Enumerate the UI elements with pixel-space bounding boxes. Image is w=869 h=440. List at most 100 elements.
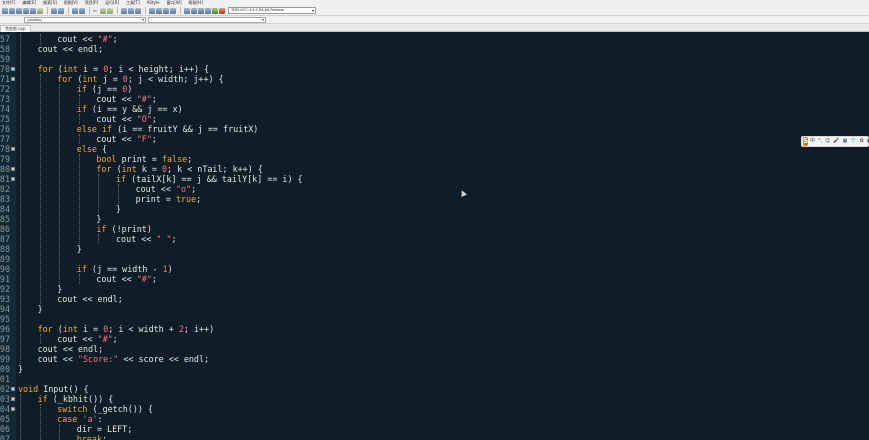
indent-icon[interactable] [100,7,107,14]
code-line[interactable]: 58 cout << endl; [0,44,869,54]
fold-toggle-icon[interactable] [11,77,15,81]
fold-toggle-icon[interactable] [11,147,15,151]
project-new-icon[interactable] [149,7,156,14]
undo-icon[interactable] [51,7,57,14]
code-token: cout << [57,334,98,344]
code-line[interactable]: 82 cout << "o"; [0,184,869,194]
code-line[interactable]: 103 if (_kbhit()) { [0,394,869,404]
project-options-icon[interactable] [170,7,177,14]
print-icon[interactable] [37,7,43,14]
code-line[interactable]: 72 if (j == 0) [0,84,869,94]
code-text: } [96,214,101,224]
code-line[interactable]: 95 [0,314,869,324]
code-line[interactable]: 76 else if (i == fruitY && j == fruitX) [0,124,869,134]
ime-item[interactable]: ✿ [860,137,864,146]
ime-item[interactable]: °, [818,137,822,146]
code-line[interactable]: 73 cout << "#"; [0,94,869,104]
code-line[interactable]: 107 break; [0,434,869,440]
compile-icon[interactable] [184,7,191,14]
fold-toggle-icon[interactable] [11,407,15,411]
line-number: 72 [0,84,10,94]
compile-run-icon[interactable] [198,7,205,14]
save-all-icon[interactable] [23,7,29,14]
code-line[interactable]: 85} [0,214,869,224]
stop-icon[interactable] [219,7,226,14]
code-text: if (_kbhit()) { [38,394,114,404]
globals-select[interactable]: (globals) ▾ [24,17,146,23]
code-line[interactable]: 79 bool print = false; [0,154,869,164]
open-file-icon[interactable] [9,7,15,14]
fold-toggle-icon[interactable] [11,167,15,171]
code-line[interactable]: 101 [0,374,869,384]
fold-toggle-icon[interactable] [11,397,15,401]
code-line[interactable]: 102 void Input() { [0,384,869,394]
ime-item[interactable]: ▦ [843,137,848,146]
bookmark-next-icon[interactable] [135,7,142,14]
ime-logo-icon[interactable]: S [803,137,809,146]
code-line[interactable]: 88} [0,244,869,254]
check-syntax-icon[interactable] [212,7,219,14]
code-line[interactable]: 105 case 'a': [0,414,869,424]
code-line[interactable]: 87 cout << " "; [0,234,869,244]
ime-item[interactable]: ☺ [825,137,830,146]
code-line[interactable]: 75 cout << "O"; [0,114,869,124]
find-icon[interactable] [72,7,78,14]
fold-toggle-icon[interactable] [11,67,15,71]
literal-token: "o" [175,184,192,194]
members-select[interactable]: ▾ [148,17,266,23]
code-token: print = [116,154,162,164]
code-editor[interactable]: 57 cout << "#"; 58 cout << endl; 59 70 for (in… [0,32,869,440]
code-line[interactable]: 81 if (tailX[k] == j && tailY[k] == i) { [0,174,869,184]
code-line[interactable]: 59 [0,54,869,64]
rebuild-icon[interactable] [205,7,212,14]
ime-item[interactable]: 🎤 [833,137,839,146]
code-line[interactable]: 77 cout << "F"; [0,134,869,144]
code-line[interactable]: 99 cout << "Score:" << score << endl; [0,354,869,364]
code-line[interactable]: 100} [0,364,869,374]
code-line[interactable]: 96 for (int i = 0; i < width + 2; i++) [0,324,869,334]
code-line[interactable]: 97 cout << "#"; [0,334,869,344]
code-line[interactable]: 106 dir = LEFT; [0,424,869,434]
run-icon[interactable] [191,7,198,14]
line-number: 101 [0,374,10,384]
code-line[interactable]: 92} [0,284,869,294]
bookmark-icon[interactable] [128,7,135,14]
code-line[interactable]: 78 else { [0,144,869,154]
fold-toggle-icon[interactable] [11,177,15,181]
keyword-token: if [76,264,87,274]
code-line[interactable]: 91 cout << "#"; [0,274,869,284]
code-text: print = true; [136,194,202,204]
project-add-icon[interactable] [156,7,163,14]
code-token: cout << endl; [57,294,123,304]
code-line[interactable]: 83 print = true; [0,194,869,204]
code-text: cout << "#"; [96,274,157,284]
save-icon[interactable] [16,7,22,14]
file-tab[interactable]: 贪吃蛇.cpp [0,25,31,32]
code-line[interactable]: 70 for (int i = 0; i < height; i++) { [0,64,869,74]
ime-toolbar[interactable]: S 中°,☺🎤▦👕✿▦ [801,136,869,147]
code-line[interactable]: 94} [0,304,869,314]
ime-item[interactable]: 中 [810,137,815,146]
new-file-icon[interactable] [2,7,8,14]
code-line[interactable]: 84} [0,204,869,214]
code-line[interactable]: 90 if (j == width - 1) [0,264,869,274]
code-line[interactable]: 74 if (i == y && j == x) [0,104,869,114]
code-line[interactable]: 93 cout << endl; [0,294,869,304]
replace-icon[interactable] [79,7,85,14]
ime-item[interactable]: 👕 [850,137,856,146]
code-line[interactable]: 104 switch (_getch()) { [0,404,869,414]
close-file-icon[interactable] [30,7,36,14]
code-line[interactable]: 80 for (int k = 0; k < nTail; k++) { [0,164,869,174]
fold-toggle-icon[interactable] [11,387,15,391]
code-line[interactable]: 71 for (int j = 0; j < width; j++) { [0,74,869,84]
code-line[interactable]: 89 [0,254,869,264]
project-remove-icon[interactable] [163,7,170,14]
code-line[interactable]: 98 cout << endl; [0,344,869,354]
code-line[interactable]: 57 cout << "#"; [0,34,869,44]
unindent-icon[interactable] [107,7,114,14]
compiler-select[interactable]: TDM-GCC 4.9.2 64-bit Release ▾ [228,7,316,14]
code-token: ; i < width + [108,324,179,334]
redo-icon[interactable] [58,7,64,14]
goto-icon[interactable] [121,7,128,14]
code-line[interactable]: 86 if (!print) [0,224,869,234]
